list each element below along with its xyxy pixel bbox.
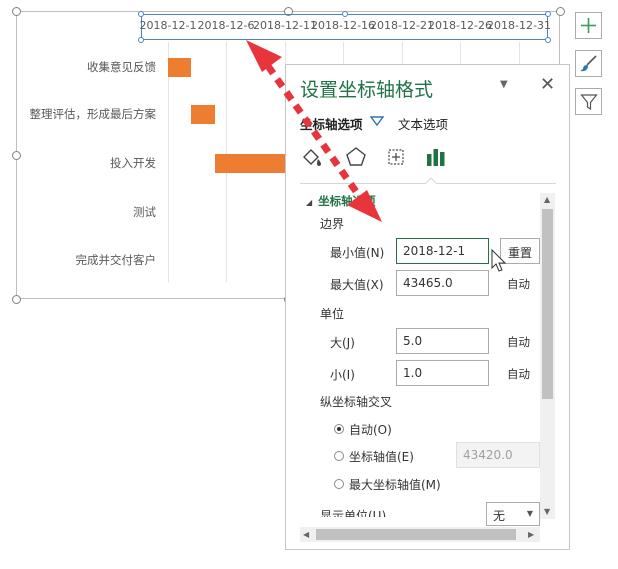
gantt-bar[interactable] [191, 105, 215, 124]
date-tick-label: 2018-12-26 [428, 19, 492, 32]
crosses-max-value-label[interactable]: 最大坐标轴值(M) [349, 476, 441, 493]
maximum-input[interactable]: 43465.0 [396, 270, 489, 296]
pane-title: 设置坐标轴格式 [300, 79, 434, 101]
axis-handle-top-right[interactable] [545, 11, 551, 17]
date-tick-label: 2018-12-6 [197, 19, 255, 32]
crosses-auto-label[interactable]: 自动(O) [349, 421, 392, 438]
axis-options-bar-chart-icon[interactable] [424, 145, 448, 169]
task-label: 测试 [133, 205, 156, 219]
horizontal-scrollbar[interactable]: ◀ ▶ [300, 527, 540, 542]
axis-handle-bottom-right[interactable] [545, 37, 551, 43]
date-tick-label: 2018-12-11 [253, 19, 317, 32]
scroll-up-icon[interactable]: ▲ [544, 195, 550, 204]
close-icon[interactable]: ✕ [540, 74, 555, 95]
chevron-down-icon: ▼ [526, 509, 533, 518]
minor-unit-input[interactable]: 1.0 [396, 360, 489, 386]
crosses-auto-radio[interactable] [334, 424, 344, 434]
size-properties-icon[interactable] [384, 145, 408, 169]
task-label: 收集意见反馈 [87, 60, 156, 74]
task-label: 完成并交付客户 [75, 253, 157, 267]
vertical-axis-crosses-label: 纵坐标轴交叉 [320, 395, 393, 409]
scroll-left-icon[interactable]: ◀ [303, 530, 309, 539]
date-tick-label: 2018-12-16 [311, 19, 375, 32]
resize-handle-top-right[interactable] [556, 7, 565, 16]
minimum-label: 最小值(N) [330, 246, 385, 260]
maximum-label: 最大值(X) [330, 278, 384, 292]
resize-handle-middle-left[interactable] [12, 151, 21, 160]
date-tick-label: 2018-12-21 [370, 19, 434, 32]
axis-handle-bottom-left[interactable] [138, 37, 144, 43]
minor-unit-label: 小(I) [330, 368, 355, 382]
crosses-axis-value-input: 43420.0 [456, 442, 540, 468]
date-tick-label: 2018-12-31 [487, 19, 551, 32]
crosses-axis-value-radio[interactable] [334, 451, 344, 461]
tab-text-options[interactable]: 文本选项 [398, 114, 448, 133]
minor-unit-auto-label[interactable]: 自动 [507, 366, 530, 382]
scroll-right-icon[interactable]: ▶ [528, 530, 534, 539]
units-group-label: 单位 [320, 307, 345, 321]
tab-axis-options[interactable]: 坐标轴选项 [300, 114, 363, 133]
caret-up-icon [425, 177, 437, 184]
funnel-icon [579, 93, 598, 110]
vertical-scrollbar[interactable]: ▲ ▼ [540, 193, 555, 519]
axis-handle-top-left[interactable] [138, 11, 144, 17]
gantt-bar[interactable] [215, 154, 287, 173]
horizontal-scrollbar-thumb[interactable] [316, 529, 516, 540]
major-unit-label: 大(J) [330, 336, 355, 350]
minimum-input[interactable]: 2018-12-1 [396, 238, 489, 264]
section-header-axis-options[interactable]: ◢ 坐标轴选项 [306, 193, 376, 209]
display-units-value: 无 [493, 509, 506, 523]
chart-elements-button[interactable] [575, 12, 602, 39]
triangle-expanded-icon: ◢ [306, 198, 313, 207]
effects-pentagon-icon[interactable] [344, 145, 368, 169]
vertical-scrollbar-thumb[interactable] [542, 209, 553, 399]
task-label: 投入开发 [110, 156, 156, 170]
brush-icon [580, 55, 597, 72]
reset-button[interactable]: 重置 [500, 238, 540, 264]
axis-handle-top-center[interactable] [342, 11, 348, 17]
major-unit-auto-label[interactable]: 自动 [507, 334, 530, 350]
display-units-label: 显示单位(U) [320, 509, 387, 517]
plus-icon [581, 18, 596, 33]
scroll-down-icon[interactable]: ▼ [544, 507, 550, 516]
chart-filters-button[interactable] [575, 88, 602, 115]
resize-handle-top-left[interactable] [12, 7, 21, 16]
maximum-auto-label[interactable]: 自动 [507, 276, 530, 292]
crosses-max-value-radio[interactable] [334, 479, 344, 489]
format-axis-pane: 设置坐标轴格式 ▼ ✕ 坐标轴选项 文本选项 ◢ 坐标轴选项 边界 最小值(N) … [285, 64, 570, 550]
pane-options-chevron-icon[interactable]: ▼ [500, 79, 508, 90]
task-label: 整理评估，形成最后方案 [29, 107, 157, 121]
fill-line-icon[interactable] [300, 145, 324, 169]
gridline [168, 42, 169, 282]
display-units-select[interactable]: 无 ▼ [486, 502, 540, 526]
chart-styles-button[interactable] [575, 50, 602, 77]
resize-handle-bottom-left[interactable] [12, 295, 21, 304]
bounds-group-label: 边界 [320, 217, 345, 231]
date-tick-label: 2018-12-1 [139, 19, 197, 32]
section-header-label: 坐标轴选项 [318, 194, 376, 208]
gantt-bar[interactable] [168, 58, 191, 77]
pane-scroll-body: ◢ 坐标轴选项 边界 最小值(N) 2018-12-1 重置 最大值(X) 434… [286, 187, 554, 517]
crosses-axis-value-label[interactable]: 坐标轴值(E) [349, 448, 414, 465]
major-unit-input[interactable]: 5.0 [396, 328, 489, 354]
triangle-down-icon[interactable] [370, 116, 384, 126]
